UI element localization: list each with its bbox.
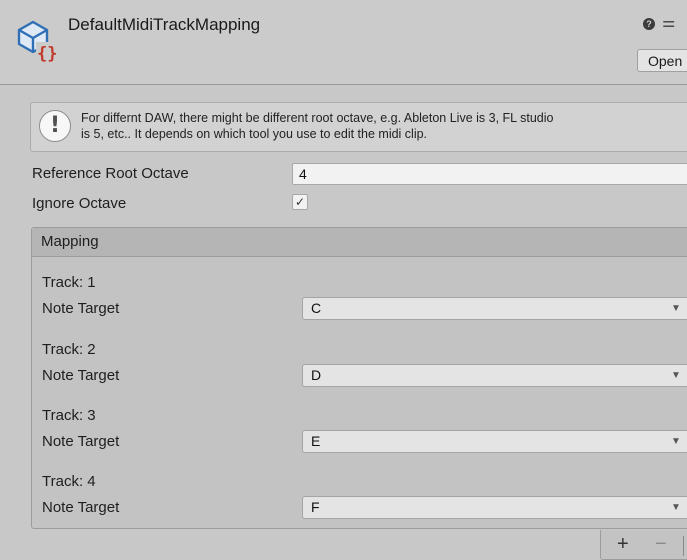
note-target-value: F <box>311 499 320 515</box>
help-text-line-2: is 5, etc.. It depends on which tool you… <box>81 127 428 141</box>
help-text-line-1: For differnt DAW, there might be differe… <box>81 111 554 125</box>
note-target-label: Note Target <box>42 367 120 384</box>
help-box: ! For differnt DAW, there might be diffe… <box>30 102 687 152</box>
info-icon: ! <box>39 110 71 142</box>
root-octave-label: Reference Root Octave <box>32 165 189 182</box>
note-target-value: E <box>311 433 321 449</box>
remove-element-button[interactable]: − <box>655 533 667 556</box>
track-label: Track: 4 <box>42 473 96 490</box>
note-target-label: Note Target <box>42 499 120 516</box>
track-label: Track: 2 <box>42 341 96 358</box>
list-footer: + − <box>600 530 687 560</box>
track-label: Track: 3 <box>42 407 96 424</box>
dropdown-arrow-icon: ▼ <box>671 502 681 513</box>
help-icon[interactable]: ? <box>643 18 655 30</box>
note-target-value: D <box>311 367 322 383</box>
ignore-octave-checkbox[interactable]: ✓ <box>292 194 308 210</box>
note-target-dropdown[interactable]: E ▼ <box>302 430 687 453</box>
note-target-dropdown[interactable]: F ▼ <box>302 496 687 519</box>
note-target-dropdown[interactable]: C ▼ <box>302 297 687 320</box>
note-target-label: Note Target <box>42 433 120 450</box>
footer-divider <box>683 536 684 556</box>
asset-title: DefaultMidiTrackMapping <box>68 15 261 34</box>
dropdown-arrow-icon: ▼ <box>671 370 681 381</box>
open-button[interactable]: Open <box>637 49 687 72</box>
note-target-dropdown[interactable]: D ▼ <box>302 364 687 387</box>
track-label: Track: 1 <box>42 274 96 291</box>
help-text: For differnt DAW, there might be differe… <box>81 110 687 142</box>
scriptable-object-icon: {} <box>17 20 57 62</box>
svg-text:{}: {} <box>37 44 57 62</box>
settings-sliders-icon[interactable]: ⚌ <box>662 13 675 31</box>
mapping-list: Mapping Track: 1 Note Target C ▼ Track: … <box>31 227 687 529</box>
inspector-header: {} DefaultMidiTrackMapping ? ⚌ Open <box>0 0 687 85</box>
dropdown-arrow-icon: ▼ <box>671 303 681 314</box>
note-target-label: Note Target <box>42 300 120 317</box>
root-octave-input[interactable]: 4 <box>292 163 687 185</box>
ignore-octave-label: Ignore Octave <box>32 195 127 212</box>
note-target-value: C <box>311 300 322 316</box>
mapping-header[interactable]: Mapping <box>32 228 687 257</box>
dropdown-arrow-icon: ▼ <box>671 436 681 447</box>
add-element-button[interactable]: + <box>617 533 629 556</box>
